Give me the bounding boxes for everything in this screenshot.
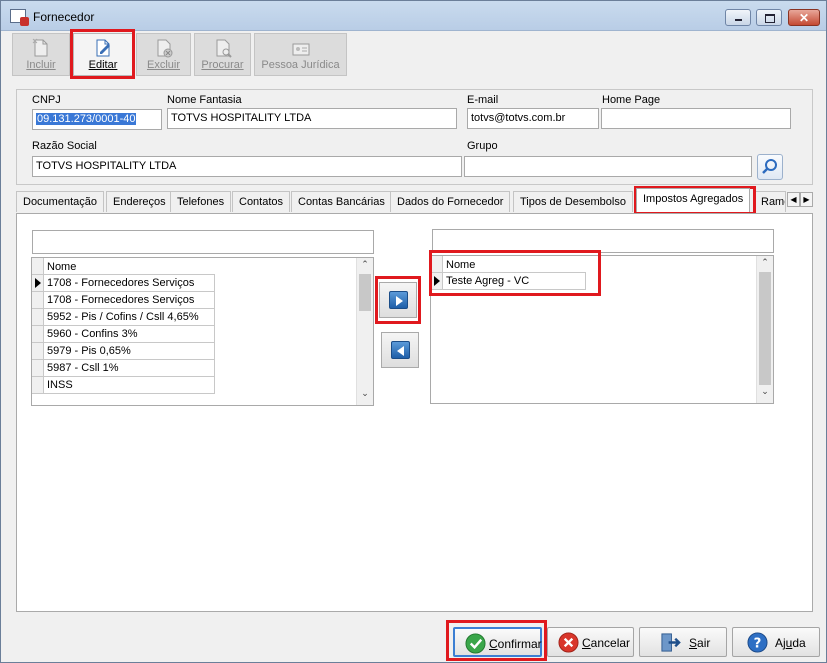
scroll-up-icon[interactable]: ⌃: [357, 259, 373, 273]
exit-icon: [661, 633, 681, 652]
scroll-down-icon[interactable]: ⌄: [357, 388, 373, 402]
tab-strip: Documentação Endereços Telefones Contato…: [16, 188, 813, 213]
cancelar-button[interactable]: Cancelar: [547, 627, 634, 657]
scroll-thumb[interactable]: [759, 272, 771, 385]
available-header-nome[interactable]: Nome: [45, 261, 76, 273]
home-page-field[interactable]: [601, 108, 791, 129]
tab-dados-do-fornecedor[interactable]: Dados do Fornecedor: [390, 191, 511, 212]
toolbar: Incluir Editar Excluir Procurar Pessoa J…: [12, 33, 352, 77]
maximize-button[interactable]: [756, 9, 782, 26]
row-indicator-icon: [35, 278, 41, 288]
scroll-thumb[interactable]: [359, 274, 371, 311]
tab-tipos-de-desembolso[interactable]: Tipos de Desembolso: [513, 191, 633, 212]
available-scrollbar[interactable]: ⌃ ⌄: [356, 258, 373, 405]
app-icon: [10, 9, 29, 26]
email-field[interactable]: totvs@totvs.com.br: [467, 108, 599, 129]
id-card-icon: [292, 43, 309, 56]
razao-social-label: Razão Social: [32, 140, 97, 152]
close-button[interactable]: ✕: [788, 9, 820, 26]
tab-impostos-agregados[interactable]: Impostos Agregados: [636, 188, 751, 212]
available-grid-header: Nome: [32, 258, 215, 275]
nome-fantasia-label: Nome Fantasia: [167, 94, 242, 106]
procurar-button[interactable]: Procurar: [194, 33, 251, 76]
sair-label: Sair: [689, 636, 711, 650]
available-filter-input[interactable]: [32, 230, 374, 254]
available-row-2[interactable]: 5952 - Pis / Cofins / Csll 4,65%: [45, 309, 215, 326]
title-bar: Fornecedor ✕: [1, 1, 826, 31]
cnpj-value: 09.131.273/0001-40: [36, 113, 137, 125]
cnpj-field[interactable]: 09.131.273/0001-40: [32, 109, 162, 130]
cancel-icon: [558, 632, 579, 653]
nome-fantasia-field[interactable]: TOTVS HOSPITALITY LTDA: [167, 108, 457, 129]
available-row-5[interactable]: 5987 - Csll 1%: [45, 360, 215, 377]
minimize-button[interactable]: [725, 9, 751, 26]
available-taxes-grid[interactable]: Nome 1708 - Fornecedores Serviços 1708 -…: [31, 257, 374, 406]
delete-document-icon: [157, 39, 172, 58]
tab-scroll-right-button[interactable]: ▶: [800, 192, 813, 207]
pessoa-juridica-button[interactable]: Pessoa Jurídica: [254, 33, 347, 76]
table-row[interactable]: 5960 - Confins 3%: [32, 326, 215, 343]
selected-row-highlight: [429, 250, 601, 296]
table-row[interactable]: 5979 - Pis 0,65%: [32, 343, 215, 360]
help-icon: ?: [747, 632, 768, 653]
tab-contas-bancarias[interactable]: Contas Bancárias: [291, 191, 392, 212]
svg-text:?: ?: [754, 636, 762, 651]
new-document-icon: [32, 38, 48, 57]
available-row-6[interactable]: INSS: [45, 377, 215, 394]
table-row[interactable]: 1708 - Fornecedores Serviços: [32, 292, 215, 309]
incluir-label: Incluir: [26, 59, 56, 71]
ajuda-label: Ajuda: [775, 636, 806, 650]
email-label: E-mail: [467, 94, 499, 106]
scroll-up-icon[interactable]: ⌃: [757, 257, 773, 271]
incluir-button[interactable]: Incluir: [12, 33, 70, 76]
add-button-highlight: [375, 276, 421, 324]
window-title: Fornecedor: [33, 10, 95, 24]
razao-social-field[interactable]: TOTVS HOSPITALITY LTDA: [32, 156, 462, 177]
available-row-0[interactable]: 1708 - Fornecedores Serviços: [45, 275, 215, 292]
cancelar-label: Cancelar: [582, 636, 631, 650]
grupo-field[interactable]: [464, 156, 752, 177]
sair-button[interactable]: Sair: [639, 627, 727, 657]
tab-contatos[interactable]: Contatos: [232, 191, 291, 212]
pessoa-juridica-label: Pessoa Jurídica: [261, 59, 340, 71]
editar-highlight: [70, 29, 135, 79]
tab-scroll-left-button[interactable]: ◀: [787, 192, 800, 207]
table-row[interactable]: 5952 - Pis / Cofins / Csll 4,65%: [32, 309, 215, 326]
available-row-3[interactable]: 5960 - Confins 3%: [45, 326, 215, 343]
arrow-left-icon: [397, 346, 404, 356]
tab-enderecos[interactable]: Endereços: [106, 191, 173, 212]
table-row[interactable]: 5987 - Csll 1%: [32, 360, 215, 377]
procurar-label: Procurar: [201, 59, 244, 71]
header-form: CNPJ 09.131.273/0001-40 Nome Fantasia TO…: [16, 89, 813, 185]
available-row-4[interactable]: 5979 - Pis 0,65%: [45, 343, 215, 360]
tab-documentacao[interactable]: Documentação: [16, 191, 104, 212]
cnpj-label: CNPJ: [32, 94, 61, 106]
fornecedor-window: Fornecedor ✕ Incluir Editar Excluir Proc…: [0, 0, 827, 663]
grupo-label: Grupo: [467, 140, 498, 152]
scroll-down-icon[interactable]: ⌄: [757, 386, 773, 400]
available-row-1[interactable]: 1708 - Fornecedores Serviços: [45, 292, 215, 309]
ajuda-button[interactable]: ? Ajuda: [732, 627, 820, 657]
home-page-label: Home Page: [602, 94, 661, 106]
table-row[interactable]: INSS: [32, 377, 215, 394]
impostos-agregados-panel: Nome 1708 - Fornecedores Serviços 1708 -…: [16, 213, 813, 612]
remove-tax-button[interactable]: [381, 332, 419, 368]
table-row[interactable]: 1708 - Fornecedores Serviços: [32, 275, 215, 292]
selected-scrollbar[interactable]: ⌃ ⌄: [756, 256, 773, 403]
excluir-button[interactable]: Excluir: [136, 33, 191, 76]
tab-telefones[interactable]: Telefones: [170, 191, 232, 212]
grupo-search-button[interactable]: [757, 154, 783, 180]
tab-ramo[interactable]: Ramo: [754, 191, 786, 212]
search-document-icon: [216, 39, 232, 58]
search-icon: [762, 159, 777, 174]
confirmar-highlight: [446, 620, 547, 661]
excluir-label: Excluir: [146, 59, 180, 71]
close-icon: ✕: [798, 11, 810, 25]
